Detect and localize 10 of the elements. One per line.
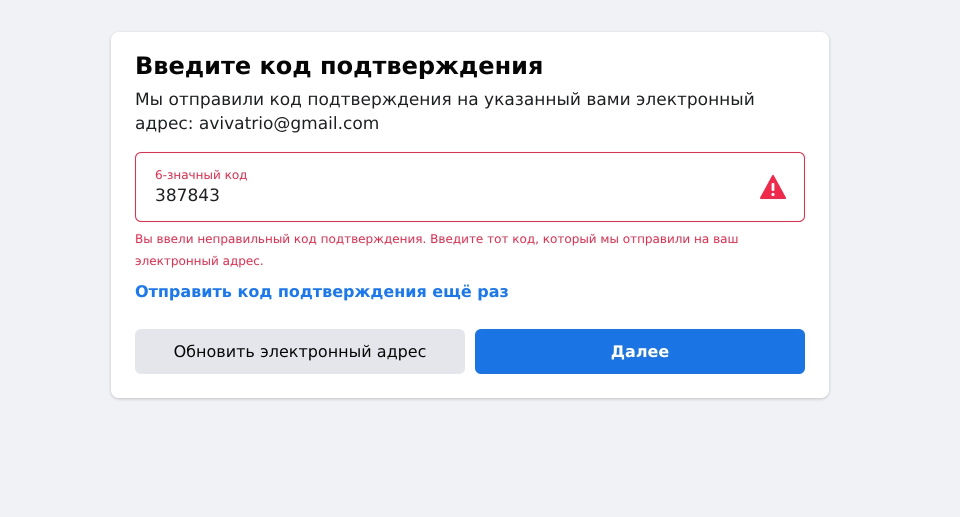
next-button[interactable]: Далее	[475, 329, 805, 374]
warning-icon	[760, 175, 786, 199]
dialog-title: Введите код подтверждения	[135, 52, 544, 80]
field-label: 6-значный код	[155, 168, 248, 182]
update-email-button[interactable]: Обновить электронный адрес	[135, 329, 465, 374]
field-value: 387843	[155, 186, 220, 206]
resend-link[interactable]: Отправить код подтверждения ещё раз	[135, 282, 509, 301]
code-field[interactable]: 6-значный код 387843	[135, 152, 805, 222]
error-message: Вы ввели неправильный код подтверждения. Введите тот код, который мы отправили на ваш электронный адрес.	[135, 231, 740, 270]
dialog-description: Мы отправили код подтверждения на указанный вами электронный адрес: avivatrio@gmail.com	[135, 89, 756, 136]
